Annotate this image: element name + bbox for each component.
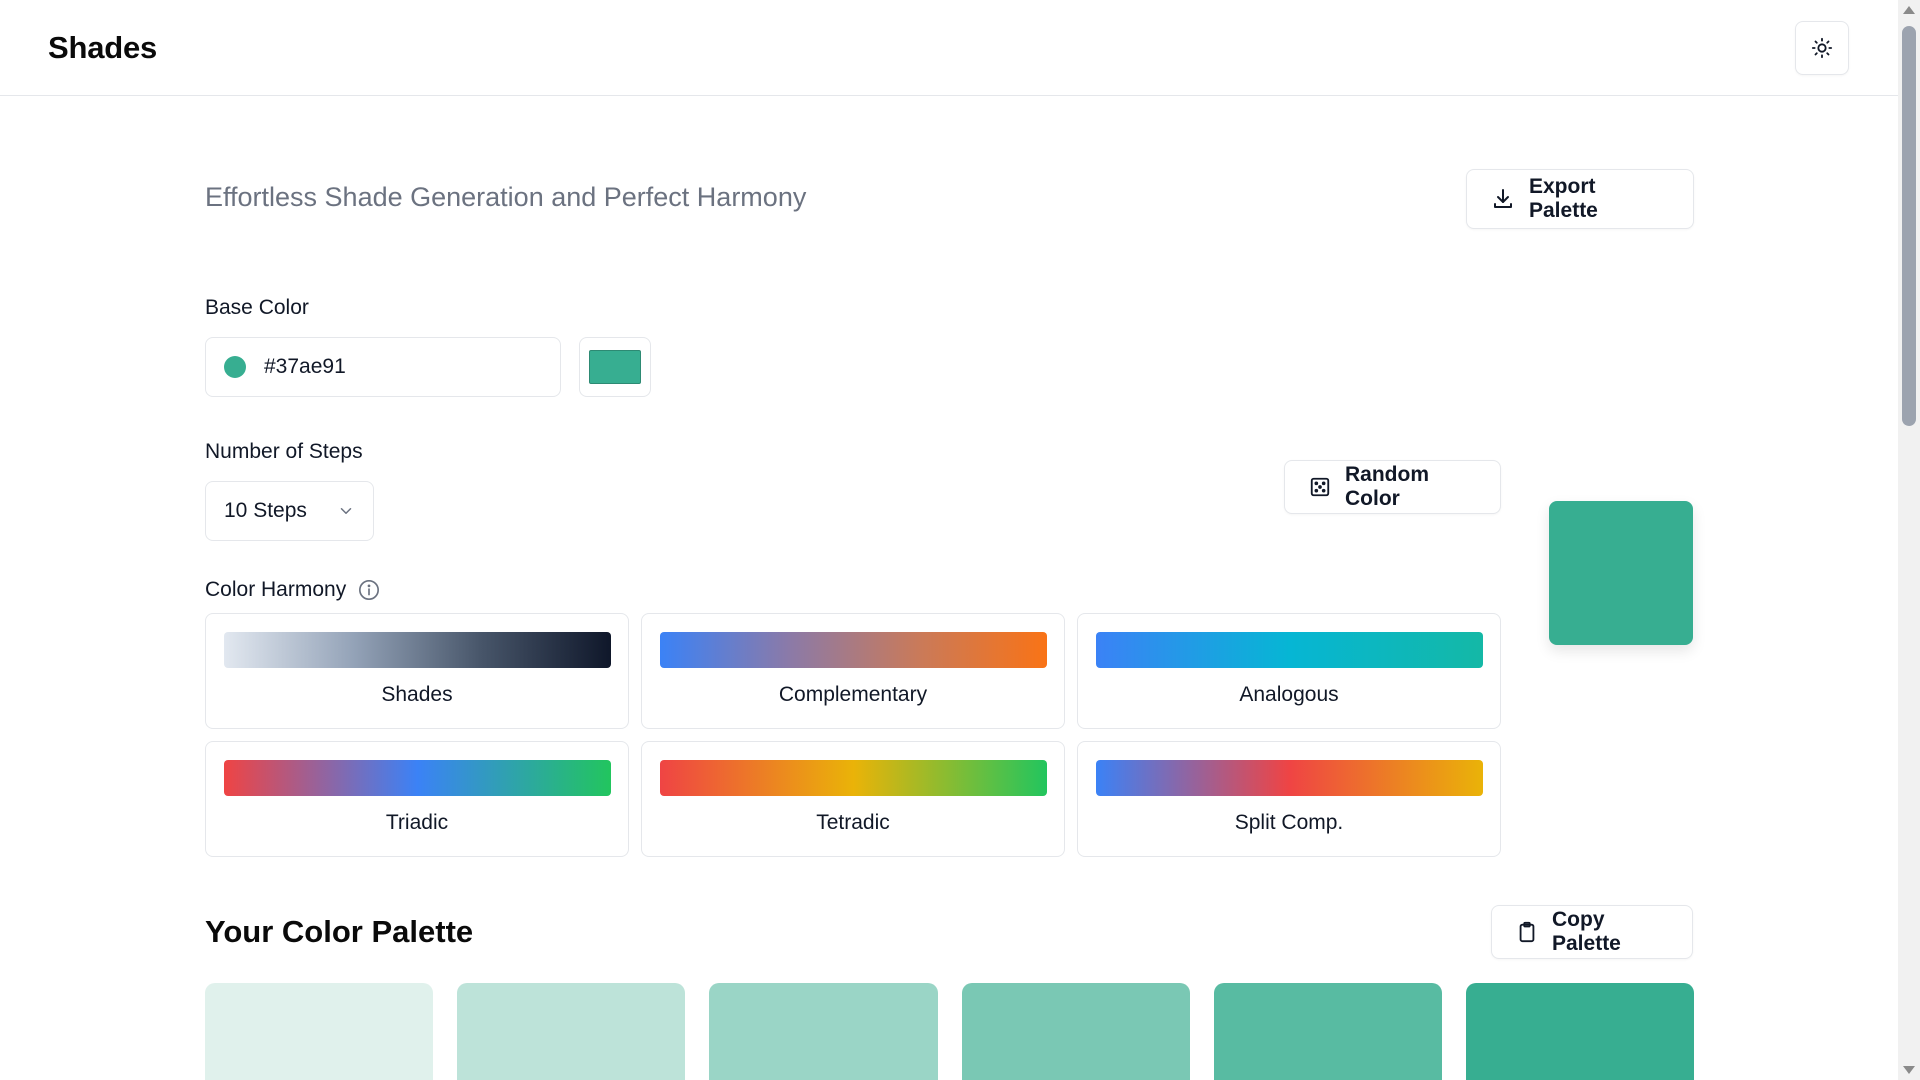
harmony-gradient-bar	[660, 632, 1047, 668]
harmony-gradient-bar	[1096, 760, 1483, 796]
harmony-gradient-bar	[660, 760, 1047, 796]
scrollbar-thumb[interactable]	[1902, 26, 1916, 426]
harmony-option-label: Tetradic	[816, 811, 890, 834]
harmony-option-label: Shades	[381, 683, 453, 706]
page-scrollbar[interactable]	[1898, 0, 1920, 1080]
color-harmony-label: Color Harmony	[205, 578, 347, 601]
steps-selected-value: 10 Steps	[224, 499, 307, 522]
copy-palette-button[interactable]: Copy Palette	[1491, 905, 1693, 959]
harmony-option-shades[interactable]: Shades	[205, 613, 629, 729]
harmony-option-label: Complementary	[778, 683, 928, 706]
random-color-label: Random Color	[1345, 463, 1429, 510]
harmony-option-triadic[interactable]: Triadic	[205, 741, 629, 857]
hex-value: #37ae91	[264, 355, 346, 378]
info-icon[interactable]	[358, 579, 380, 601]
color-harmony-heading: Color Harmony	[205, 578, 380, 602]
harmony-option-tetradic[interactable]: Tetradic	[641, 741, 1065, 857]
hex-color-input[interactable]: #37ae91	[205, 337, 561, 397]
harmony-option-analogous[interactable]: Analogous	[1077, 613, 1501, 729]
chevron-down-icon	[340, 508, 352, 514]
harmony-option-label: Analogous	[1239, 683, 1339, 706]
steps-label: Number of Steps	[205, 440, 363, 463]
harmony-gradient-bar	[224, 632, 611, 668]
base-color-label: Base Color	[205, 296, 309, 319]
harmony-gradient-bar	[224, 760, 611, 796]
color-preview	[1549, 501, 1693, 645]
color-picker-button[interactable]	[579, 337, 651, 397]
harmony-gradient-bar	[1096, 632, 1483, 668]
palette-swatch[interactable]	[1213, 983, 1442, 1080]
palette-swatches	[205, 983, 1695, 1080]
scroll-down-arrow-icon[interactable]	[1903, 1066, 1915, 1074]
download-icon	[1494, 189, 1512, 208]
export-palette-button[interactable]: Export Palette	[1466, 169, 1694, 229]
harmony-option-complementary[interactable]: Complementary	[641, 613, 1065, 729]
copy-palette-label: Copy Palette	[1552, 908, 1621, 955]
palette-swatch[interactable]	[709, 983, 938, 1080]
export-palette-label: Export Palette	[1529, 175, 1598, 222]
harmony-option-label: Triadic	[385, 811, 449, 834]
color-dot	[224, 356, 246, 378]
harmony-option-label: Split Comp.	[1234, 811, 1344, 834]
random-color-button[interactable]: Random Color	[1284, 460, 1501, 514]
top-bar: Shades	[0, 0, 1898, 96]
palette-swatch[interactable]	[457, 983, 686, 1080]
scroll-up-arrow-icon[interactable]	[1903, 6, 1915, 14]
dice-icon	[1310, 477, 1330, 497]
clipboard-icon	[1519, 921, 1535, 943]
palette-swatch[interactable]	[1465, 983, 1695, 1080]
sun-icon	[1811, 37, 1833, 59]
steps-select[interactable]: 10 Steps	[205, 481, 374, 541]
harmony-options: Shades Complementary Analogous Triadic T…	[205, 613, 1501, 857]
theme-toggle-button[interactable]	[1795, 21, 1849, 75]
app-title: Shades	[48, 30, 158, 65]
harmony-option-split-complementary[interactable]: Split Comp.	[1077, 741, 1501, 857]
palette-swatch[interactable]	[961, 983, 1190, 1080]
page-subtitle: Effortless Shade Generation and Perfect …	[205, 182, 807, 212]
palette-title: Your Color Palette	[205, 914, 474, 949]
palette-swatch[interactable]	[205, 983, 434, 1080]
color-picker-swatch	[589, 350, 641, 384]
